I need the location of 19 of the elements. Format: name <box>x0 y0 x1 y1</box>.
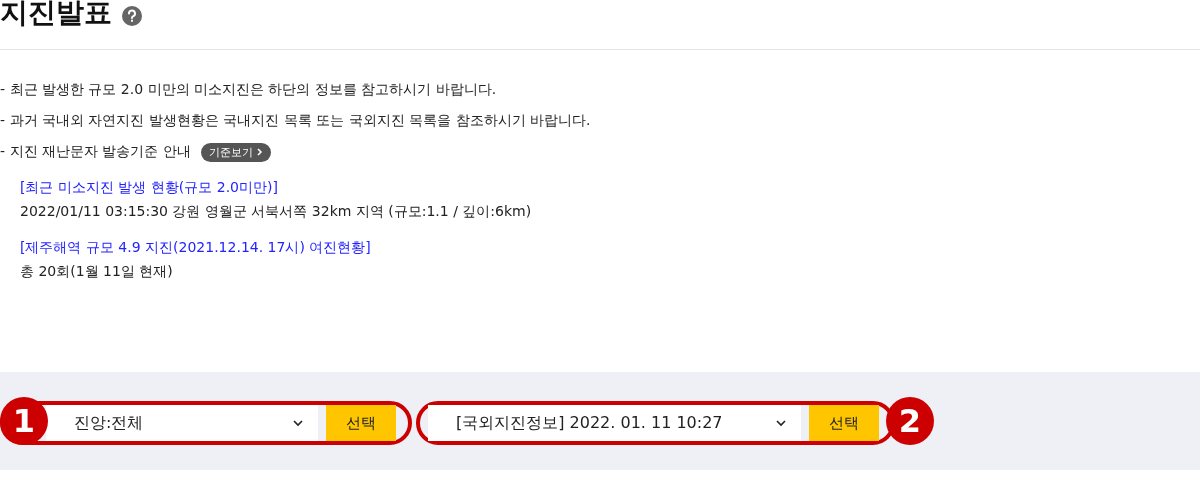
report-detail: 2022/01/11 03:15:30 강원 영월군 서북서쪽 32km 지역 (규모:1.1 / 깊이:6km) <box>20 203 533 221</box>
caret-icon <box>775 419 787 427</box>
annotation-badge: 1 <box>0 397 48 445</box>
notice-text: - 지진 재난문자 발송기준 안내 <box>0 143 191 161</box>
chevron-icon <box>256 148 263 156</box>
report-link[interactable]: [제주해역 규모 4.9 지진(2021.12.14. 17시) 여진현황] <box>20 239 1200 257</box>
select-dropdown[interactable]: [국외지진정보] 2022. 01. 11 10:27 <box>428 405 801 441</box>
notice-text: - 최근 발생한 규모 2.0 미만의 미소지진은 하단의 정보를 참고하시기 바랍니다. <box>0 81 497 99</box>
page-title: 지진발표 <box>0 0 112 28</box>
report-detail: 총 20회(1월 11일 현재) <box>20 263 174 281</box>
caret-icon <box>292 419 304 427</box>
select-button[interactable]: 선택 <box>809 405 879 441</box>
report-link[interactable]: [최근 미소지진 발생 현황(규모 2.0미만)] <box>20 179 1200 197</box>
select-dropdown[interactable]: 진앙:전체 <box>46 405 318 441</box>
notice-text: - 과거 국내외 자연지진 발생현황은 국내지진 목록 또는 국외지진 목록을 참조하시기 바랍니다. <box>0 112 591 130</box>
criteria-button[interactable]: 기준보기 <box>200 142 271 162</box>
help-icon[interactable] <box>122 6 142 26</box>
select-button[interactable]: 선택 <box>326 405 396 441</box>
annotation-badge: 2 <box>886 397 934 445</box>
